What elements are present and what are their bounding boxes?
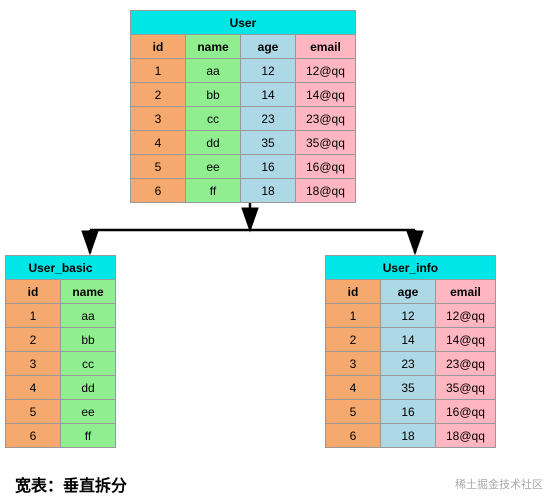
table-row: 4dd — [6, 376, 116, 400]
user-basic-col-name: name — [61, 280, 116, 304]
table-row: 21414@qq — [326, 328, 496, 352]
bottom-bar: 宽表：垂直拆分 稀土掘金技术社区 — [0, 472, 558, 496]
user-basic-col-id: id — [6, 280, 61, 304]
table-row: 5ee1616@qq — [131, 155, 356, 179]
watermark: 稀土掘金技术社区 — [455, 476, 543, 492]
user-table: User id name age email 1aa1212@qq 2bb141… — [130, 10, 356, 203]
diagram-container: User id name age email 1aa1212@qq 2bb141… — [0, 0, 558, 504]
user-col-name: name — [186, 35, 241, 59]
user-col-id: id — [131, 35, 186, 59]
table-row: 6ff — [6, 424, 116, 448]
user-basic-table: User_basic id name 1aa 2bb 3cc 4dd 5ee 6… — [5, 255, 116, 448]
table-row: 61818@qq — [326, 424, 496, 448]
table-row: 2bb1414@qq — [131, 83, 356, 107]
table-row: 1aa — [6, 304, 116, 328]
user-col-email: email — [296, 35, 356, 59]
user-table-title: User — [131, 11, 356, 35]
table-row: 5ee — [6, 400, 116, 424]
user-info-table-title: User_info — [326, 256, 496, 280]
table-row: 6ff1818@qq — [131, 179, 356, 203]
table-row: 3cc2323@qq — [131, 107, 356, 131]
user-col-age: age — [241, 35, 296, 59]
table-row: 43535@qq — [326, 376, 496, 400]
table-row: 32323@qq — [326, 352, 496, 376]
bottom-label: 宽表：垂直拆分 — [15, 472, 127, 496]
table-row: 2bb — [6, 328, 116, 352]
user-info-col-age: age — [381, 280, 436, 304]
user-info-col-id: id — [326, 280, 381, 304]
table-row: 51616@qq — [326, 400, 496, 424]
table-row: 1aa1212@qq — [131, 59, 356, 83]
table-row: 3cc — [6, 352, 116, 376]
user-basic-table-title: User_basic — [6, 256, 116, 280]
user-info-col-email: email — [436, 280, 496, 304]
table-row: 11212@qq — [326, 304, 496, 328]
table-row: 4dd3535@qq — [131, 131, 356, 155]
user-info-table: User_info id age email 11212@qq 21414@qq… — [325, 255, 496, 448]
